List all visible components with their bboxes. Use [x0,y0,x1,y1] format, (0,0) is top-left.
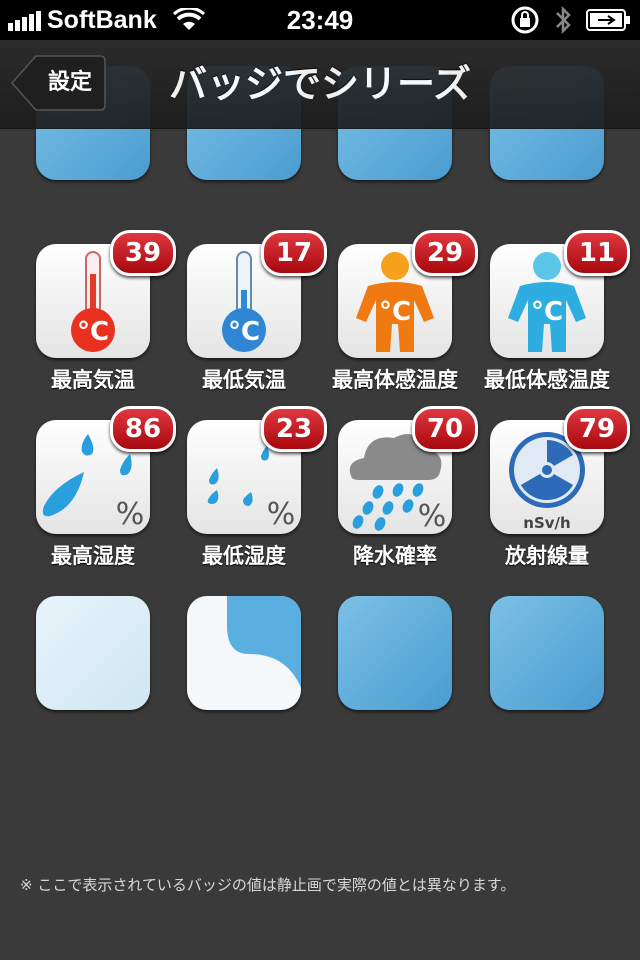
wallpaper-tile[interactable] [36,596,150,710]
svg-text:%: % [267,497,296,532]
item-label: 最高気温 [51,368,135,392]
back-button[interactable]: 設定 [10,54,106,112]
wallpaper-tile[interactable] [490,596,604,710]
item-label: 最高湿度 [51,544,135,568]
badge-count: 17 [261,230,327,276]
wallpaper-tile[interactable] [338,596,452,710]
item-label: 最低気温 [202,368,286,392]
badge-count: 29 [412,230,478,276]
svg-text:°C: °C [379,297,411,327]
badge-count: 11 [564,230,630,276]
svg-text:%: % [418,499,447,534]
back-button-label: 設定 [47,70,92,95]
page-title: バッジでシリーズ [168,62,472,106]
wallpaper-tile[interactable] [187,596,301,710]
svg-text:nSv/h: nSv/h [523,514,570,532]
item-label: 最低体感温度 [484,368,610,392]
icon-grid: °C 39 最高気温 °C 17 最低気温 °C 29 最高体感温度 °C 11… [0,0,640,960]
item-label: 最低湿度 [202,544,286,568]
badge-count: 70 [412,406,478,452]
badge-count: 79 [564,406,630,452]
badge-count: 39 [110,230,176,276]
item-label: 放射線量 [505,544,589,568]
badge-count: 86 [110,406,176,452]
footnote: ※ ここで表示されているバッジの値は静止画で実際の値とは異なります。 [20,876,516,894]
svg-text:°C: °C [531,297,563,327]
svg-text:°C: °C [77,317,109,347]
svg-text:%: % [116,497,145,532]
badge-count: 23 [261,406,327,452]
svg-text:°C: °C [228,317,260,347]
item-label: 降水確率 [353,544,437,568]
item-label: 最高体感温度 [332,368,458,392]
